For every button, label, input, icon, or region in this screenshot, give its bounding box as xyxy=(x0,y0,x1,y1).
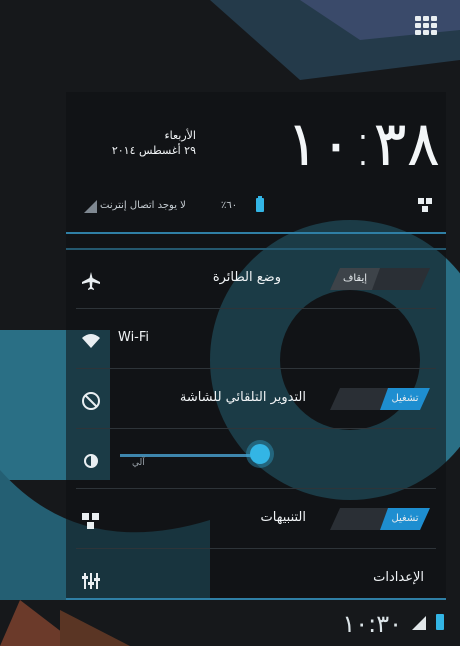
connection-status: لا يوجد اتصال إنترنت xyxy=(100,200,186,211)
rotate-icon xyxy=(82,392,100,410)
toggle-state: إيقاف xyxy=(330,268,380,290)
auto-rotate-label: التدوير التلقائي للشاشة xyxy=(179,390,306,405)
settings-icon xyxy=(82,573,100,589)
airplane-toggle[interactable]: إيقاف xyxy=(330,268,430,290)
battery-icon xyxy=(436,614,444,630)
wifi-label: Wi-Fi xyxy=(118,330,150,345)
wifi-icon xyxy=(82,334,100,348)
divider xyxy=(76,428,436,429)
toggle-state: تشغيل xyxy=(380,388,430,410)
divider xyxy=(76,368,436,369)
divider xyxy=(76,488,436,489)
notifications-icon xyxy=(82,513,99,529)
airplane-label: وضع الطائرة xyxy=(212,270,281,285)
quick-settings-icon[interactable] xyxy=(416,196,434,214)
notifications-label: التنبيهات xyxy=(260,510,306,525)
brightness-auto-label[interactable]: آلي xyxy=(132,458,145,468)
auto-rotate-toggle[interactable]: تشغيل xyxy=(330,388,430,410)
divider xyxy=(76,548,436,549)
divider xyxy=(76,308,436,309)
settings-label: الإعدادات xyxy=(373,570,424,585)
signal-icon xyxy=(412,616,426,630)
auto-rotate-row[interactable]: التدوير التلقائي للشاشة تشغيل xyxy=(66,372,446,428)
apps-grid-icon[interactable] xyxy=(412,14,440,36)
divider xyxy=(66,248,446,250)
battery-icon xyxy=(256,196,264,212)
status-bar: ١٠:٣٠ xyxy=(0,600,460,646)
brightness-slider-track[interactable] xyxy=(120,454,265,457)
toggle-state: تشغيل xyxy=(380,508,430,530)
date-block: الأربعاء ٢٩ أغسطس ٢٠١٤ xyxy=(76,128,196,158)
statusbar-time: ١٠:٣٠ xyxy=(342,610,402,638)
day-label: الأربعاء xyxy=(164,129,196,142)
battery-percent: ٦٠٪ xyxy=(221,200,238,211)
divider xyxy=(66,232,446,234)
wifi-row[interactable]: Wi-Fi xyxy=(66,312,446,368)
status-row: لا يوجد اتصال إنترنت ٦٠٪ xyxy=(76,196,440,218)
signal-icon xyxy=(84,200,97,213)
airplane-icon xyxy=(82,272,100,290)
notifications-toggle[interactable]: تشغيل xyxy=(330,508,430,530)
brightness-slider-thumb[interactable] xyxy=(250,444,270,464)
brightness-icon xyxy=(84,454,98,468)
airplane-mode-row[interactable]: وضع الطائرة إيقاف xyxy=(66,252,446,308)
notifications-row[interactable]: التنبيهات تشغيل xyxy=(66,492,446,548)
clock: ١٠:٣٨ xyxy=(285,107,440,180)
date-label: ٢٩ أغسطس ٢٠١٤ xyxy=(111,144,196,157)
